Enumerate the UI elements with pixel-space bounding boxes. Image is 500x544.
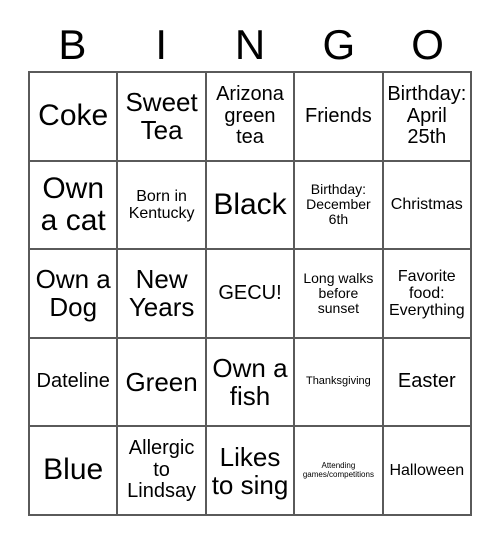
bingo-cell-label: Long walks before sunset <box>303 269 374 317</box>
bingo-cell-label: Born in Kentucky <box>128 187 195 222</box>
bingo-cell[interactable]: Long walks before sunset <box>295 250 384 339</box>
bingo-cell[interactable]: Halloween <box>383 427 472 516</box>
bingo-cell-label: Dateline <box>36 370 110 393</box>
header-letter-b: B <box>58 20 87 68</box>
bingo-cell-label: Favorite food: Everything <box>389 267 465 320</box>
bingo-cell-label: Christmas <box>390 196 463 214</box>
bingo-cell[interactable]: Blue <box>30 427 119 516</box>
bingo-cell[interactable]: Attending games/competitions <box>295 427 384 516</box>
header-letter-g: G <box>322 20 356 68</box>
bingo-cell[interactable]: Own a fish <box>206 338 296 428</box>
bingo-cell[interactable]: GECU! <box>206 250 296 339</box>
header-letter-n: N <box>234 20 266 68</box>
bingo-cell-label: Own a Dog <box>35 264 111 323</box>
bingo-cell[interactable]: Born in Kentucky <box>118 161 207 251</box>
bingo-cell-label: Green <box>125 367 198 398</box>
header-letter-i: I <box>155 20 168 68</box>
bingo-cell[interactable]: Birthday: April 25th <box>383 73 472 162</box>
bingo-cell[interactable]: Own a cat <box>30 161 119 251</box>
bingo-cell[interactable]: Allergic to Lindsay <box>118 427 207 516</box>
bingo-cell-label: Own a cat <box>40 171 106 237</box>
bingo-cell[interactable]: Likes to sing <box>206 427 296 516</box>
bingo-cell[interactable]: Arizona green tea <box>206 73 296 162</box>
bingo-grid: Coke Sweet Tea Arizona green tea Friends… <box>28 71 472 516</box>
bingo-card: B I N G O Coke Sweet Tea Arizona green t… <box>0 0 500 544</box>
bingo-cell[interactable]: Thanksgiving <box>295 338 384 428</box>
bingo-header: B I N G O <box>28 18 472 71</box>
bingo-cell-label: Halloween <box>389 462 465 480</box>
bingo-cell-label: Black <box>213 187 287 221</box>
bingo-cell-label: GECU! <box>218 281 282 304</box>
header-letter-o: O <box>411 20 444 68</box>
bingo-cell[interactable]: Birthday: December 6th <box>295 161 384 251</box>
bingo-cell-label: Own a fish <box>212 353 288 412</box>
bingo-cell-label: Friends <box>305 104 372 127</box>
bingo-cell-label: Birthday: April 25th <box>387 82 467 149</box>
bingo-cell-label: New Years <box>128 264 195 323</box>
bingo-cell-label: Birthday: December 6th <box>306 181 371 228</box>
bingo-cell[interactable]: Green <box>118 338 207 428</box>
bingo-cell-label: Easter <box>397 370 456 393</box>
bingo-cell-label: Thanksgiving <box>305 375 371 388</box>
bingo-cell-label: Arizona green tea <box>216 82 284 149</box>
bingo-cell[interactable]: Coke <box>30 73 119 162</box>
bingo-cell-label: Sweet Tea <box>125 87 198 146</box>
bingo-cell[interactable]: Dateline <box>30 338 119 428</box>
bingo-cell[interactable]: Easter <box>383 338 472 428</box>
bingo-cell[interactable]: Friends <box>295 73 384 162</box>
bingo-cell[interactable]: Favorite food: Everything <box>383 250 472 339</box>
bingo-cell-label: Likes to sing <box>211 441 289 500</box>
bingo-cell[interactable]: Own a Dog <box>30 250 119 339</box>
bingo-cell-label: Coke <box>38 99 109 133</box>
bingo-cell-label: Blue <box>43 453 104 487</box>
bingo-cell-label: Allergic to Lindsay <box>127 437 197 503</box>
bingo-cell-label: Attending games/competitions <box>302 461 374 479</box>
bingo-cell[interactable]: Black <box>206 161 296 251</box>
bingo-cell[interactable]: Sweet Tea <box>118 73 207 162</box>
bingo-cell[interactable]: New Years <box>118 250 207 339</box>
bingo-cell[interactable]: Christmas <box>383 161 472 251</box>
